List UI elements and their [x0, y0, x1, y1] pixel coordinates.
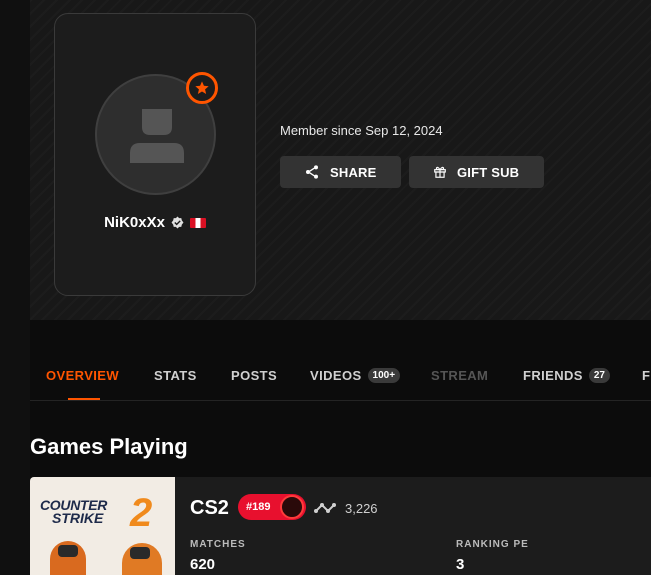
nickname-row: NiK0xXx: [55, 214, 255, 231]
gift-sub-button[interactable]: GIFT SUB: [409, 156, 544, 188]
tab-stats[interactable]: STATS: [154, 368, 197, 383]
member-since: Member since Sep 12, 2024: [280, 123, 443, 138]
gift-sub-label: GIFT SUB: [457, 164, 520, 180]
game-name: CS2: [190, 497, 229, 519]
tab-label: F: [642, 368, 651, 383]
gift-icon: [434, 166, 446, 178]
rank-value: #189: [246, 501, 271, 513]
cover-title-line2: STRIKE: [52, 510, 104, 526]
active-tab-indicator: [68, 398, 100, 400]
game-card-cs2[interactable]: COUNTER STRIKE 2 CS2 #189 3,226 MATCHES …: [30, 477, 651, 575]
tab-label: FRIENDS: [523, 368, 583, 383]
stat-value-matches: 620: [190, 556, 216, 573]
friends-count-badge: 27: [588, 368, 610, 383]
tab-friends[interactable]: FRIENDS 27: [523, 368, 610, 383]
tab-label: POSTS: [231, 368, 278, 383]
star-level-icon: [195, 81, 209, 94]
tab-label: STREAM: [431, 368, 489, 383]
level-badge[interactable]: [186, 72, 218, 104]
elo-value: 3,226: [345, 501, 378, 516]
peru-flag-icon: [189, 217, 206, 228]
cover-title-number: 2: [130, 491, 153, 535]
tab-label: OVERVIEW: [46, 368, 120, 383]
stat-label-ranking: RANKING PE: [456, 539, 529, 550]
cover-character-left: [50, 541, 86, 575]
tab-label: VIDEOS: [310, 368, 362, 383]
tab-more[interactable]: F: [642, 368, 650, 383]
verified-badge-icon: [171, 216, 184, 229]
game-cover-art: COUNTER STRIKE 2: [30, 477, 175, 575]
region-rank-badge: #189: [238, 494, 306, 520]
left-edge-strip: [0, 0, 30, 575]
profile-card: NiK0xXx: [54, 13, 256, 296]
tab-overview[interactable]: OVERVIEW: [46, 368, 119, 383]
cover-character-right: [122, 543, 162, 575]
share-icon: [306, 165, 318, 179]
share-button[interactable]: SHARE: [280, 156, 401, 188]
tab-label: STATS: [154, 368, 197, 383]
tab-stream[interactable]: STREAM: [431, 368, 488, 383]
videos-count-badge: 100+: [367, 368, 401, 383]
elo-icon: [314, 503, 336, 513]
tab-videos[interactable]: VIDEOS 100+: [310, 368, 401, 383]
tab-posts[interactable]: POSTS: [231, 368, 277, 383]
stat-label-matches: MATCHES: [190, 539, 246, 550]
nickname: NiK0xXx: [104, 214, 165, 231]
share-label: SHARE: [330, 164, 377, 180]
profile-tabs: OVERVIEW STATS POSTS VIDEOS 100+ STREAM …: [30, 352, 651, 401]
games-playing-title: Games Playing: [30, 434, 188, 459]
user-silhouette-icon: [130, 109, 184, 163]
skill-level-icon: [280, 495, 304, 519]
stat-value-ranking: 3: [456, 556, 465, 573]
